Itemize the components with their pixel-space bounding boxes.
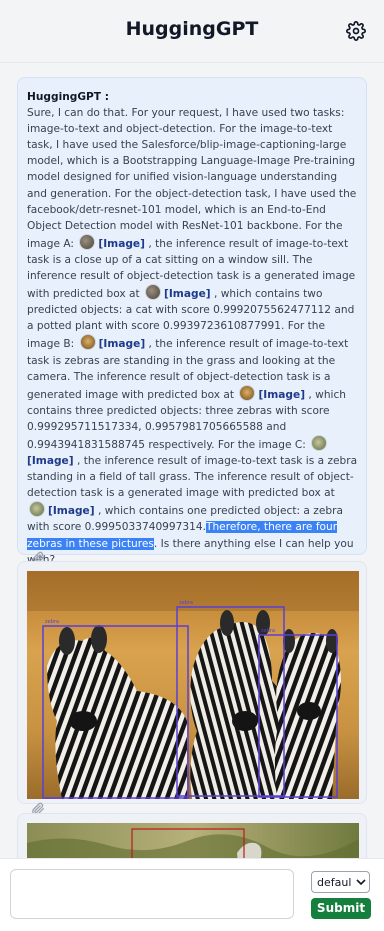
app-title: HuggingGPT (125, 18, 259, 40)
message-sender: HuggingGPT : (27, 91, 109, 103)
message-part: , the inference result of image-to-text … (27, 455, 358, 500)
chevron-down-icon (356, 879, 366, 886)
image-c-result-thumbnail[interactable] (29, 501, 45, 518)
image-result-card (17, 813, 367, 858)
image-b-thumbnail[interactable] (79, 334, 96, 351)
image-a-thumbnail[interactable] (79, 233, 96, 250)
image-link[interactable]: [Image] (48, 505, 95, 517)
image-link[interactable]: [Image] (164, 288, 211, 300)
chat-area[interactable]: HuggingGPT : Sure, I can do that. For yo… (0, 62, 384, 858)
message-text: HuggingGPT : Sure, I can do that. For yo… (27, 89, 359, 568)
image-link[interactable]: [Image] (258, 389, 305, 401)
image-c-thumbnail[interactable] (311, 434, 328, 451)
submit-button[interactable]: Submit (311, 898, 371, 919)
image-link[interactable]: [Image] (27, 455, 74, 467)
gear-icon[interactable] (346, 21, 366, 41)
detection-label: zebra (179, 600, 193, 606)
zebra-photo: zebra zebra zebra (27, 571, 359, 799)
image-link[interactable]: [Image] (99, 338, 146, 350)
message-part: Sure, I can do that. For your request, I… (27, 107, 357, 250)
detection-label: zebra (261, 628, 275, 634)
message-input[interactable] (10, 869, 294, 919)
zebra-field-photo (27, 823, 359, 858)
zebra-field-image[interactable] (27, 823, 359, 858)
model-select[interactable]: defaul (311, 871, 370, 893)
zebra-detection-image[interactable]: zebra zebra zebra (27, 571, 359, 799)
detection-label: zebra (45, 619, 59, 625)
image-result-card: zebra zebra zebra (17, 561, 367, 804)
model-select-value: defaul (317, 876, 352, 889)
header: HuggingGPT (0, 0, 384, 63)
image-b-result-thumbnail[interactable] (239, 384, 256, 401)
assistant-message: HuggingGPT : Sure, I can do that. For yo… (17, 77, 367, 566)
input-footer: defaul Submit (0, 858, 384, 931)
image-a-result-thumbnail[interactable] (145, 284, 162, 301)
image-link[interactable]: [Image] (98, 238, 145, 250)
